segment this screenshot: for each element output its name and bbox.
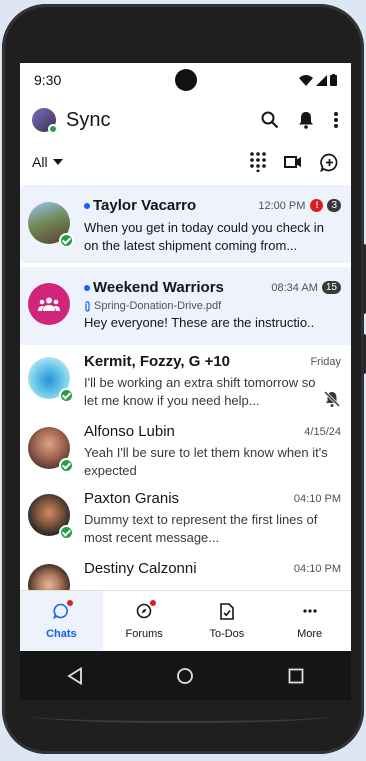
unread-dot [84,203,90,210]
app-title: Sync [66,108,111,131]
status-time: 9:30 [34,72,62,88]
online-indicator [48,124,58,134]
chat-preview: When you get in today could you check in… [84,220,324,253]
caret-down-icon [52,159,63,165]
back-icon[interactable] [67,666,83,685]
chat-time: Friday [310,355,341,368]
tab-more[interactable]: More [268,591,351,651]
online-badge [59,458,74,473]
filter-label: All [32,154,48,170]
signal-icon [316,74,327,86]
mute-notifications-icon[interactable] [323,390,341,408]
chat-row-paxton[interactable]: Paxton Granis 04:10 PM Dummy text to rep… [20,484,351,554]
more-horizontal-icon [303,609,317,613]
tab-todos[interactable]: To-Dos [186,591,269,651]
unread-dot [84,285,90,292]
checklist-icon [220,602,234,620]
chat-name: Kermit, Fozzy, G +10 [84,353,231,370]
battery-icon [330,74,337,86]
group-icon [38,297,60,311]
notification-dot [67,600,74,606]
unread-count: 3 [327,199,341,212]
home-icon[interactable] [176,667,194,685]
system-nav-bar [20,651,351,700]
front-camera [175,69,197,91]
new-chat-icon[interactable] [320,153,339,172]
chat-preview: I'll be working an extra shift tomorrow … [84,375,316,408]
chat-name: Paxton Granis [84,490,180,507]
chat-row-alfonso[interactable]: Alfonso Lubin 4/15/24 Yeah I'll be sure … [20,417,351,484]
dialpad-icon[interactable] [250,152,266,172]
group-avatar [28,283,70,325]
alert-badge: ! [310,199,324,212]
attachment[interactable]: Spring-Donation-Drive.pdf [84,300,341,312]
tab-chats[interactable]: Chats [20,591,103,651]
app-header: Sync [20,97,351,143]
online-badge [59,525,74,540]
chat-time: 12:00 PM [258,199,306,212]
filter-dropdown[interactable]: All [32,154,250,170]
online-badge [59,233,74,248]
avatar [28,494,74,540]
wifi-icon [299,74,313,86]
chat-row-weekend-warriors[interactable]: Weekend Warriors 08:34 AM 15 Spring-Dona… [20,267,351,345]
avatar [28,564,70,590]
attachment-filename: Spring-Donation-Drive.pdf [94,300,222,312]
chat-time: 04:10 PM [293,492,341,505]
filter-bar: All [20,143,351,181]
chat-name: Taylor Vacarro [84,197,258,214]
chat-row-kermit-group[interactable]: Kermit, Fozzy, G +10 Friday I'll be work… [20,345,351,417]
search-icon[interactable] [261,111,279,129]
chat-list: Taylor Vacarro 12:00 PM ! 3 When you get… [20,185,351,590]
chat-name: Weekend Warriors [84,279,271,296]
chat-bubble-icon [53,603,69,619]
chat-row-taylor[interactable]: Taylor Vacarro 12:00 PM ! 3 When you get… [20,185,351,263]
status-icons [299,74,337,86]
app-screen: 9:30 Sync All Taylor Vacarro 12:00 PM ! … [20,63,351,700]
chat-preview: Yeah I'll be sure to let them know when … [84,445,328,478]
tab-label: More [297,628,323,640]
status-bar: 9:30 [20,63,351,97]
chat-time: 04:10 PM [293,562,341,575]
paperclip-icon [85,300,90,312]
chat-name: Destiny Calzonni [84,560,197,577]
group-avatar [28,357,74,403]
tab-label: Forums [125,628,163,640]
tab-label: To-Dos [209,628,245,640]
power-button [362,334,366,374]
volume-button [362,244,366,314]
avatar [28,427,74,473]
chat-preview: Hey everyone! These are the instructio.. [84,315,315,330]
chat-time: 08:34 AM [271,281,318,294]
online-badge [59,388,74,403]
chat-preview: Dummy text to represent the first lines … [84,512,318,545]
chat-time: 4/15/24 [304,425,341,438]
recents-icon[interactable] [288,668,304,684]
video-call-icon[interactable] [284,156,302,168]
phone-chin [32,709,332,723]
compass-icon [136,603,152,619]
chat-row-destiny[interactable]: Destiny Calzonni 04:10 PM [20,554,351,590]
profile-avatar[interactable] [32,108,58,134]
bottom-tab-bar: Chats Forums To-Dos More [20,590,351,651]
tab-forums[interactable]: Forums [103,591,186,651]
unread-count: 15 [321,281,341,294]
bell-icon[interactable] [297,111,315,129]
avatar [28,202,74,248]
more-vertical-icon[interactable] [333,111,339,129]
notification-dot [150,600,157,606]
chat-name: Alfonso Lubin [84,423,175,440]
tab-label: Chats [46,628,77,640]
